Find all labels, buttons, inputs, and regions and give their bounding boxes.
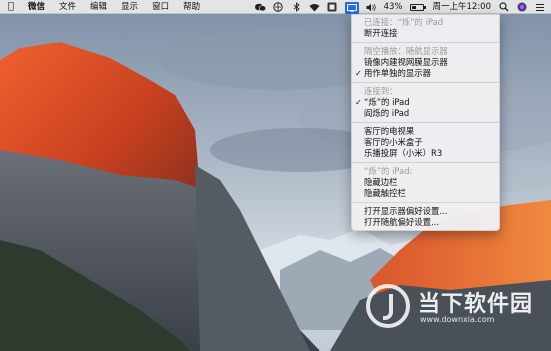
disconnect-item[interactable]: 断开连接 (352, 28, 499, 39)
separate-display-label: 用作单独的显示器 (364, 68, 431, 78)
menu-separator (352, 162, 499, 163)
watermark-url: www.downxia.com (420, 315, 495, 324)
tv-item-3[interactable]: 乐播投屏（小米）R3 (352, 148, 499, 159)
app-menu-wechat[interactable]: 微信 (28, 0, 45, 14)
menubar-clock[interactable]: 周一上午12:00 (433, 0, 492, 14)
wifi-icon[interactable] (309, 0, 320, 14)
menu-separator (352, 42, 499, 43)
apple-icon[interactable]:  (8, 0, 14, 14)
ipad-header: “烁”的 iPad: (364, 166, 413, 176)
device-item-2[interactable]: 阎烁的 iPad (352, 108, 499, 119)
menu-bar:  微信 文件 编辑 显示 窗口 帮助 43% (0, 0, 551, 14)
list-icon[interactable] (534, 0, 545, 14)
connected-header: 已连接：“烁”的 iPad (364, 17, 444, 27)
open-display-prefs-item[interactable]: 打开显示器偏好设置... (352, 206, 499, 217)
device-label-1: “烁”的 iPad (364, 97, 410, 107)
mirror-display-item[interactable]: 镜像内建视网膜显示器 (352, 57, 499, 68)
tv-item-2[interactable]: 客厅的小米盒子 (352, 137, 499, 148)
airplay-header: 隔空播放：随航显示器 (364, 46, 448, 56)
tv-item-1[interactable]: 客厅的电视果 (352, 126, 499, 137)
volume-icon[interactable] (366, 0, 377, 14)
separate-display-item[interactable]: ✓ 用作单独的显示器 (352, 68, 499, 79)
hide-sidebar-item[interactable]: 隐藏边栏 (352, 177, 499, 188)
search-icon[interactable] (498, 0, 509, 14)
lang-icon[interactable] (273, 0, 284, 14)
menu-file[interactable]: 文件 (59, 0, 76, 14)
watermark-logo-icon (366, 284, 410, 328)
display-dropdown-menu: 已连接：“烁”的 iPad 断开连接 隔空播放：随航显示器 镜像内建视网膜显示器… (351, 14, 500, 231)
display-icon[interactable] (344, 1, 359, 14)
watermark-name: 当下软件园 (418, 292, 534, 317)
open-sidecar-prefs-item[interactable]: 打开随航偏好设置... (352, 217, 499, 228)
battery-percent: 43% (383, 2, 403, 12)
device-item-1[interactable]: ✓ “烁”的 iPad (352, 97, 499, 108)
wechat-icon[interactable] (254, 0, 266, 14)
siri-icon[interactable] (516, 0, 527, 14)
hide-touchbar-item[interactable]: 隐藏触控栏 (352, 188, 499, 199)
menu-separator (352, 122, 499, 123)
connect-to-header: 连接到： (364, 86, 398, 96)
menu-separator (352, 82, 499, 83)
app-badge-icon[interactable] (327, 0, 338, 14)
menu-window[interactable]: 窗口 (152, 0, 169, 14)
checkmark-icon: ✓ (355, 69, 362, 78)
bluetooth-icon[interactable] (291, 0, 302, 14)
menu-edit[interactable]: 编辑 (90, 0, 107, 14)
menu-help[interactable]: 帮助 (183, 0, 200, 14)
watermark: 当下软件园 www.downxia.com (366, 284, 546, 334)
menu-view[interactable]: 显示 (121, 0, 138, 14)
menu-separator (352, 202, 499, 203)
battery-icon[interactable] (409, 3, 426, 11)
checkmark-icon: ✓ (355, 98, 362, 107)
